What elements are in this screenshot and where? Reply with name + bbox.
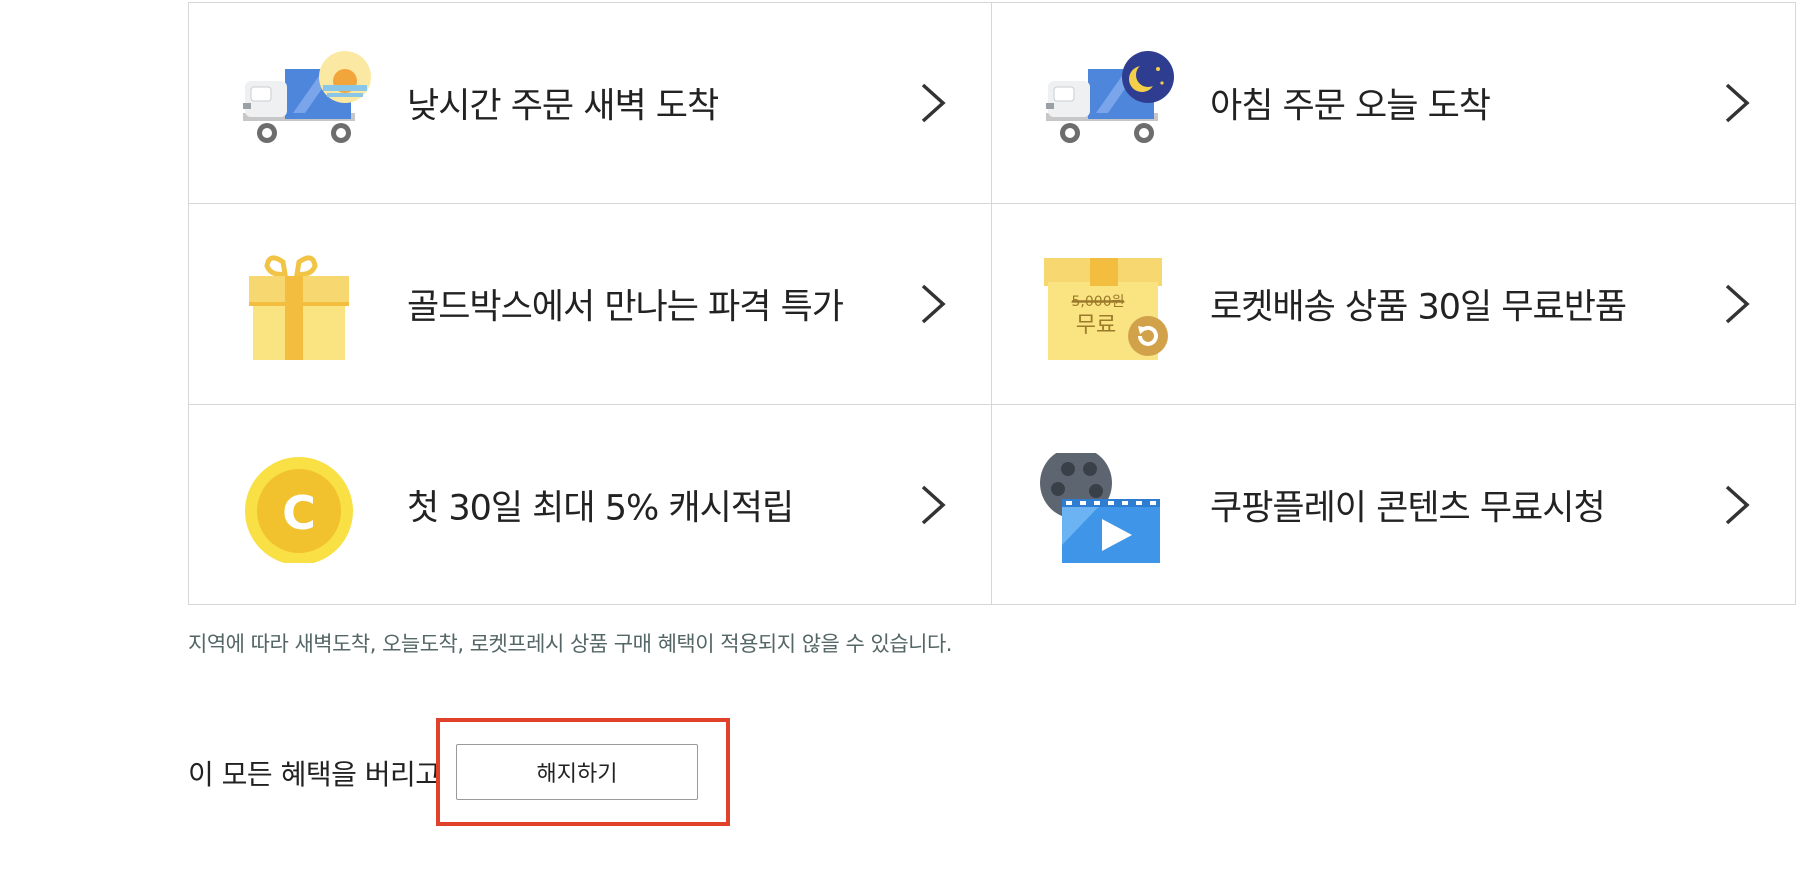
- box-price-text: 5,000원: [1072, 294, 1125, 310]
- play-video-icon: [1040, 453, 1160, 563]
- chevron-right-icon: [1725, 83, 1750, 123]
- gift-box-icon: [249, 255, 349, 360]
- chevron-right-icon: [1725, 284, 1750, 324]
- coin-letter: C: [282, 486, 316, 540]
- benefit-cash-rewards[interactable]: C 첫 30일 최대 5% 캐시적립: [189, 405, 992, 604]
- chevron-right-icon: [921, 485, 946, 524]
- cancel-section: 이 모든 혜택을 버리고: [188, 718, 441, 828]
- benefit-label: 쿠팡플레이 콘텐츠 무료시청: [1210, 488, 1606, 528]
- benefit-label: 로켓배송 상품 30일 무료반품: [1210, 287, 1627, 328]
- benefit-label: 첫 30일 최대 5% 캐시적립: [407, 488, 794, 528]
- regional-notice: 지역에 따라 새벽도착, 오늘도착, 로켓프레시 상품 구매 혜택이 적용되지 …: [188, 632, 952, 656]
- coin-icon: C: [245, 457, 353, 563]
- truck-moon-icon: [1046, 51, 1174, 143]
- chevron-right-icon: [1725, 485, 1750, 524]
- benefit-label: 골드박스에서 만나는 파격 특가: [407, 287, 844, 328]
- box-free-text: 무료: [1076, 313, 1116, 338]
- benefit-label: 아침 주문 오늘 도착: [1210, 86, 1491, 127]
- benefits-grid: 낮시간 주문 새벽 도착 아침 주문 오늘 도착 골드박스에서 만나는 파격 특…: [188, 2, 1796, 605]
- benefit-coupang-play[interactable]: 쿠팡플레이 콘텐츠 무료시청: [992, 405, 1795, 604]
- cancel-prompt: 이 모든 혜택을 버리고: [188, 758, 441, 791]
- chevron-right-icon: [921, 83, 946, 123]
- benefit-same-day-delivery[interactable]: 아침 주문 오늘 도착: [992, 3, 1795, 204]
- benefit-free-returns[interactable]: 5,000원 무료 로켓배송 상품 30일 무료반품: [992, 204, 1795, 405]
- benefit-goldbox-deals[interactable]: 골드박스에서 만나는 파격 특가: [189, 204, 992, 405]
- benefit-early-morning-delivery[interactable]: 낮시간 주문 새벽 도착: [189, 3, 992, 204]
- return-box-icon: 5,000원 무료: [1044, 258, 1168, 360]
- benefit-label: 낮시간 주문 새벽 도착: [407, 86, 719, 127]
- cancel-membership-button[interactable]: 해지하기: [456, 744, 698, 800]
- chevron-right-icon: [921, 284, 946, 324]
- truck-sun-icon: [243, 51, 371, 143]
